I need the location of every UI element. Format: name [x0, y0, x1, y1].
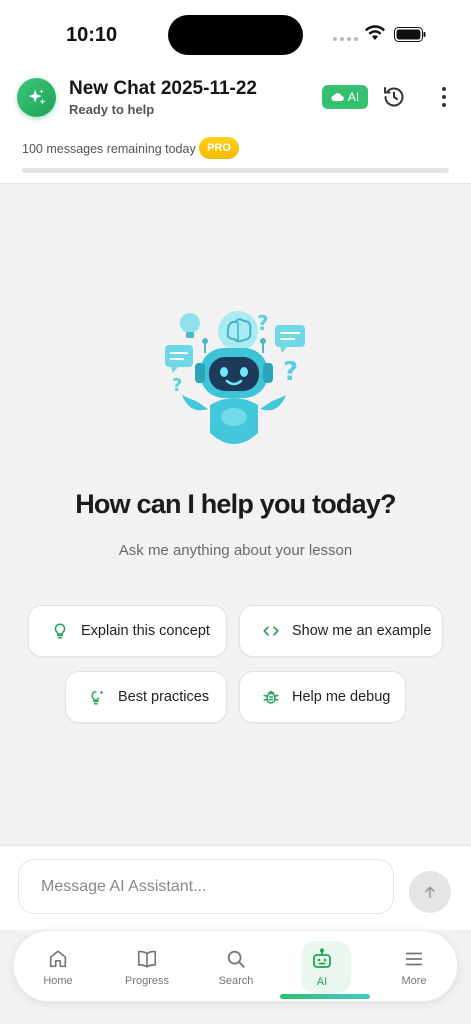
svg-text:?: ?: [172, 375, 182, 396]
message-input[interactable]: Message AI Assistant...: [18, 859, 394, 914]
bottom-tab-bar: Home Progress Search AI More: [13, 930, 458, 1002]
chat-status: Ready to help: [69, 102, 155, 117]
chat-title[interactable]: New Chat 2025-11-22: [69, 78, 257, 100]
tab-progress[interactable]: Progress: [111, 931, 183, 1003]
pro-badge[interactable]: PRO: [199, 137, 239, 159]
tab-label: Progress: [124, 974, 170, 987]
welcome-subheading: Ask me anything about your lesson: [118, 542, 353, 559]
tab-home[interactable]: Home: [22, 931, 94, 1003]
usage-progress-bar: [22, 168, 449, 173]
tab-search[interactable]: Search: [200, 931, 272, 1003]
suggestion-label: Explain this concept: [81, 623, 210, 639]
home-icon: [49, 949, 67, 967]
cloud-icon: [331, 93, 344, 102]
suggestion-help-debug[interactable]: Help me debug: [239, 671, 406, 723]
lightbulb-icon: [51, 622, 69, 640]
battery-icon: [394, 27, 426, 42]
tab-ai[interactable]: AI: [286, 931, 358, 1003]
bug-icon: [262, 688, 280, 706]
welcome-heading: How can I help you today?: [75, 489, 396, 519]
history-icon[interactable]: [382, 85, 406, 109]
status-time: 10:10: [66, 24, 118, 46]
menu-icon: [405, 952, 423, 965]
suggestion-label: Best practices: [118, 689, 210, 705]
messages-remaining: 100 messages remaining today: [22, 142, 196, 156]
tab-more[interactable]: More: [378, 931, 450, 1003]
svg-text:?: ?: [257, 311, 269, 335]
dynamic-island: [168, 15, 303, 55]
suggestion-label: Show me an example: [292, 623, 432, 639]
more-options-icon[interactable]: [436, 85, 452, 109]
wifi-icon: [365, 25, 385, 40]
assistant-avatar: [17, 78, 56, 117]
ai-mode-badge[interactable]: AI: [322, 85, 368, 109]
status-bar: 10:10: [0, 0, 471, 68]
message-composer: Message AI Assistant...: [0, 845, 471, 930]
arrow-up-icon: [425, 886, 435, 899]
tab-label: AI: [316, 975, 328, 988]
suggestion-best-practices[interactable]: Best practices: [65, 671, 227, 723]
svg-text:?: ?: [283, 357, 298, 387]
tab-label: Home: [43, 974, 73, 987]
sparkle-bulb-icon: [88, 688, 106, 706]
send-button[interactable]: [409, 871, 451, 913]
robot-illustration: ? ? ?: [165, 311, 305, 444]
robot-icon: [313, 947, 331, 968]
active-tab-indicator: [280, 994, 370, 999]
chat-header: New Chat 2025-11-22 Ready to help AI 100…: [0, 68, 471, 184]
ai-badge-label: AI: [347, 90, 360, 104]
suggestion-explain-concept[interactable]: Explain this concept: [28, 605, 227, 657]
tab-label: More: [401, 974, 427, 987]
tab-label: Search: [218, 974, 254, 987]
signal-icon: [333, 37, 358, 41]
search-icon: [227, 950, 245, 968]
sparkle-icon: [28, 88, 45, 104]
code-icon: [262, 622, 280, 640]
suggestion-show-example[interactable]: Show me an example: [239, 605, 443, 657]
book-icon: [137, 950, 157, 968]
suggestion-label: Help me debug: [292, 689, 391, 705]
